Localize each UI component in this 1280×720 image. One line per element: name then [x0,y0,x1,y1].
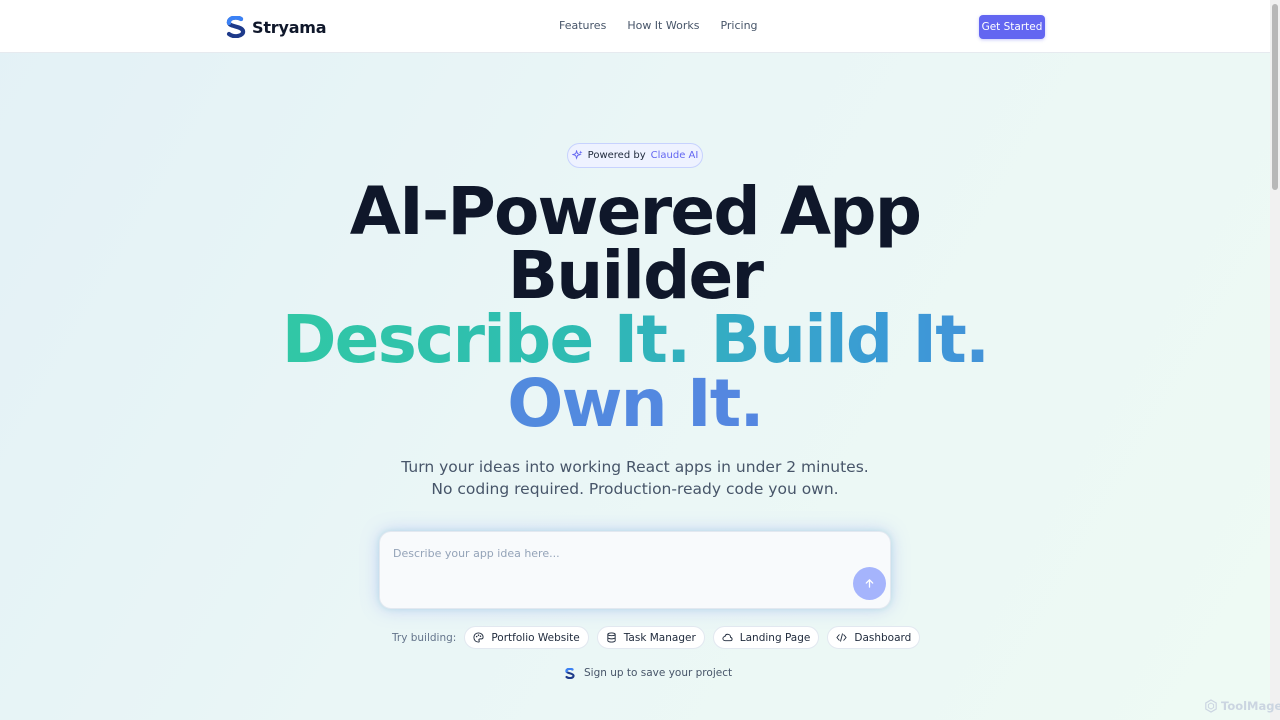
sparkles-icon [571,150,583,160]
suggestion-label: Landing Page [739,631,811,644]
hero-line-3: Describe It. Build It. [0,307,1270,373]
hero-subtitle: Turn your ideas into working React apps … [0,456,1270,500]
nav-links: Features How It Works Pricing [559,19,758,32]
suggestion-label: Task Manager [623,631,696,644]
submit-idea-button[interactable] [853,567,886,600]
code-icon [836,633,847,642]
top-nav: Stryama Features How It Works Pricing Ge… [0,0,1270,53]
brand-logo[interactable]: Stryama [226,16,327,38]
app-idea-input[interactable] [393,543,833,563]
brand-name: Stryama [252,17,327,37]
hexagon-logo-icon [1205,699,1217,713]
scrollbar-thumb[interactable] [1272,4,1278,190]
suggestions-row: Try building: Portfolio Website Task Man… [392,626,921,649]
stryama-logo-icon [565,667,575,679]
suggestion-label: Portfolio Website [491,631,580,644]
subtitle-line-1: Turn your ideas into working React apps … [401,458,869,476]
nav-link-features[interactable]: Features [559,19,606,32]
get-started-button[interactable]: Get Started [979,15,1045,39]
badge-accent: Claude AI [650,150,699,161]
suggestion-portfolio-website[interactable]: Portfolio Website [464,626,589,649]
suggestion-task-manager[interactable]: Task Manager [596,626,705,649]
app-idea-prompt-box [379,531,891,609]
signup-text: Sign up to save your project [584,667,733,679]
page-scrollbar[interactable] [1270,0,1280,720]
subtitle-line-2: No coding required. Production-ready cod… [431,480,839,498]
badge-prefix: Powered by [587,150,646,161]
suggestion-dashboard[interactable]: Dashboard [827,626,921,649]
signup-hint[interactable]: Sign up to save your project [565,667,732,679]
powered-by-badge: Powered by Claude AI [567,143,703,168]
suggestion-landing-page[interactable]: Landing Page [712,626,820,649]
hero-title: AI-Powered App Builder Describe It. Buil… [0,173,1270,437]
palette-icon [473,632,484,643]
cloud-icon [722,633,733,642]
watermark: ToolMage [1204,699,1280,713]
try-building-label: Try building: [392,631,457,644]
arrow-up-icon [865,579,874,588]
stryama-logo-icon [226,16,246,38]
nav-link-pricing[interactable]: Pricing [720,19,757,32]
suggestion-label: Dashboard [854,631,912,644]
hero-line-1: AI-Powered App [349,173,922,250]
watermark-text: ToolMage [1221,699,1280,713]
database-icon [607,632,616,643]
nav-link-how-it-works[interactable]: How It Works [627,19,699,32]
hero-line-2: Builder [507,237,764,314]
hero-line-4: Own It. [0,371,1270,437]
